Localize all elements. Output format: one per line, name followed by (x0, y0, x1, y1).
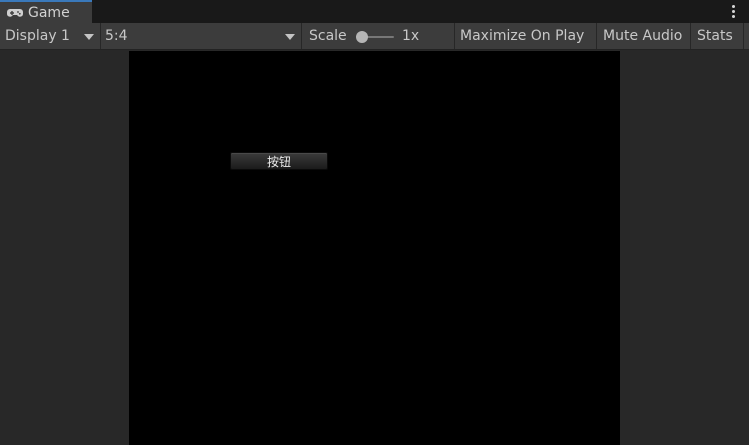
scale-label: Scale (309, 28, 347, 44)
scale-value: 1x (402, 28, 420, 44)
chevron-down-icon (84, 34, 94, 40)
tab-bar: Game (0, 0, 749, 23)
aspect-ratio-dropdown[interactable]: 5:4 (101, 23, 301, 49)
separator (301, 23, 302, 49)
chevron-down-icon (285, 34, 295, 40)
tab-game[interactable]: Game (0, 0, 92, 23)
game-ui-button[interactable]: 按钮 (230, 152, 328, 170)
separator (743, 23, 744, 49)
maximize-on-play-button[interactable]: Maximize On Play (455, 23, 596, 49)
maximize-on-play-label: Maximize On Play (460, 28, 585, 44)
stats-label: Stats (697, 28, 733, 44)
tab-label: Game (28, 4, 70, 21)
mute-audio-label: Mute Audio (603, 28, 683, 44)
display-dropdown-label: Display 1 (5, 28, 70, 44)
game-viewport[interactable] (129, 51, 620, 445)
scale-slider-handle[interactable] (356, 31, 368, 43)
aspect-ratio-label: 5:4 (105, 28, 128, 44)
gamepad-icon (7, 8, 23, 17)
display-dropdown[interactable]: Display 1 (0, 23, 100, 49)
game-ui-button-label: 按钮 (266, 154, 291, 169)
stats-button[interactable]: Stats (691, 23, 743, 49)
kebab-menu-icon[interactable] (725, 3, 741, 19)
game-toolbar: Display 1 5:4 Scale 1x Maximize On Play … (0, 23, 749, 50)
mute-audio-button[interactable]: Mute Audio (597, 23, 690, 49)
